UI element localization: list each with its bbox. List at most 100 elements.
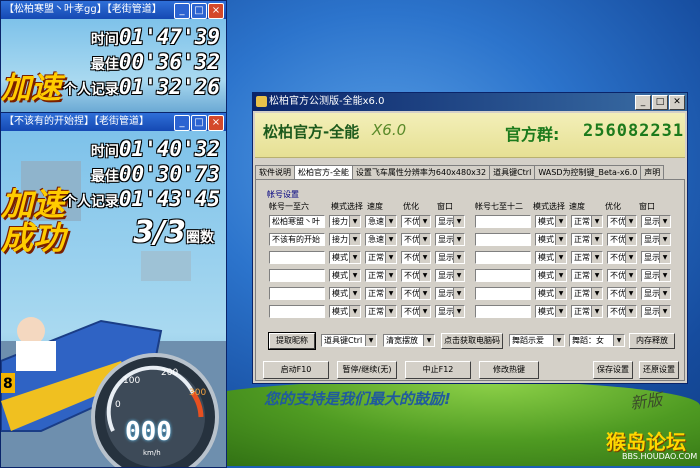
account-field[interactable] [475, 251, 531, 264]
chevron-down-icon: ▼ [659, 234, 670, 245]
speed-select[interactable]: 正常 ▼ [365, 287, 397, 300]
mode-select[interactable]: 模式 ▼ [329, 251, 361, 264]
mode-select[interactable]: 模式 ▼ [535, 233, 567, 246]
tab-statement[interactable]: 声明 [640, 165, 665, 179]
dance-gender-select[interactable]: 舞蹈：女 ▼ [569, 334, 625, 347]
window-select[interactable]: 显示 ▼ [435, 251, 465, 264]
chevron-down-icon: ▼ [625, 288, 636, 299]
maximize-button[interactable]: □ [191, 3, 207, 19]
game-window-1-title: 【松柏寒盟丶叶孝gg】【老街管道】 [4, 4, 162, 15]
close-button[interactable]: ✕ [669, 95, 685, 110]
optimize-select[interactable]: 不优 ▼ [401, 215, 431, 228]
optimize-select[interactable]: 不优 ▼ [607, 233, 637, 246]
mode-select[interactable]: 模式 ▼ [535, 305, 567, 318]
optimize-select[interactable]: 不优 ▼ [401, 233, 431, 246]
speed-select[interactable]: 正常 ▼ [365, 251, 397, 264]
tab-resolution[interactable]: 设置飞车属性分辨率为640x480x32 [351, 165, 491, 179]
account-field[interactable]: 不该有的开始 [269, 233, 325, 246]
chevron-down-icon: ▼ [625, 216, 636, 227]
optimize-select[interactable]: 不优 ▼ [607, 269, 637, 282]
account-field[interactable] [475, 233, 531, 246]
account-field[interactable] [269, 305, 325, 318]
window-select[interactable]: 显示 ▼ [435, 287, 465, 300]
clear-swing-select[interactable]: 清宽摆放 ▼ [383, 334, 435, 347]
mode-select[interactable]: 模式 ▼ [329, 287, 361, 300]
pause-button[interactable]: 暂停/继续(无) [337, 361, 397, 379]
speed-select[interactable]: 正常 ▼ [571, 251, 603, 264]
account-field[interactable] [269, 287, 325, 300]
mode-select[interactable]: 模式 ▼ [329, 269, 361, 282]
speed-select[interactable]: 正常 ▼ [571, 215, 603, 228]
mode-select[interactable]: 模式 ▼ [535, 251, 567, 264]
account-field[interactable] [475, 215, 531, 228]
tab-all-in-one[interactable]: 松柏官方-全能 [294, 165, 353, 179]
speed-select[interactable]: 正常 ▼ [365, 305, 397, 318]
speed-select[interactable]: 正常 ▼ [571, 233, 603, 246]
account-field[interactable] [475, 287, 531, 300]
optimize-select[interactable]: 不优 ▼ [607, 215, 637, 228]
maximize-button[interactable]: □ [191, 115, 207, 131]
account-field[interactable] [269, 269, 325, 282]
optimize-select[interactable]: 不优 ▼ [607, 251, 637, 264]
window-select[interactable]: 显示 ▼ [641, 215, 671, 228]
optimize-select[interactable]: 不优 ▼ [401, 305, 431, 318]
fetch-names-button[interactable]: 提取昵称 [268, 332, 316, 350]
optimize-select[interactable]: 不优 ▼ [401, 287, 431, 300]
mode-select[interactable]: 模式 ▼ [535, 215, 567, 228]
maximize-button[interactable]: □ [652, 95, 668, 110]
tab-wasd[interactable]: WASD为控制键_Beta-x6.0 [534, 165, 642, 179]
window-select[interactable]: 显示 ▼ [435, 233, 465, 246]
game-window-1-titlebar[interactable]: 【松柏寒盟丶叶孝gg】【老街管道】 _ □ × [1, 1, 226, 19]
window-select[interactable]: 显示 ▼ [641, 269, 671, 282]
game-window-1[interactable]: 【松柏寒盟丶叶孝gg】【老街管道】 _ □ × 加速 时间01'47'39 最佳… [0, 0, 227, 122]
optimize-select[interactable]: 不优 ▼ [607, 305, 637, 318]
dance-show-select[interactable]: 舞蹈示爱 ▼ [509, 334, 565, 347]
restore-settings-button[interactable]: 还原设置 [639, 361, 679, 379]
speed-select[interactable]: 正常 ▼ [365, 269, 397, 282]
tab-prop-key[interactable]: 道具键Ctrl [489, 165, 536, 179]
mode-select[interactable]: 模式 ▼ [535, 287, 567, 300]
close-button[interactable]: × [208, 3, 224, 19]
window-select[interactable]: 显示 ▼ [435, 269, 465, 282]
start-button[interactable]: 启动F10 [263, 361, 329, 379]
save-settings-button[interactable]: 保存设置 [593, 361, 633, 379]
game-window-2-titlebar[interactable]: 【不该有的开始捏】【老街管道】 _ □ × [1, 113, 226, 131]
window-select[interactable]: 显示 ▼ [435, 305, 465, 318]
close-button[interactable]: × [208, 115, 224, 131]
mode-select[interactable]: 接力 ▼ [329, 215, 361, 228]
speed-select[interactable]: 正常 ▼ [571, 269, 603, 282]
mode-select[interactable]: 接力 ▼ [329, 233, 361, 246]
app-titlebar[interactable]: 松柏官方公测版-全能x6.0 _ □ ✕ [253, 93, 687, 111]
optimize-select[interactable]: 不优 ▼ [607, 287, 637, 300]
memory-release-button[interactable]: 内存释放 [629, 333, 675, 349]
window-select[interactable]: 显示 ▼ [435, 215, 465, 228]
speed-select[interactable]: 正常 ▼ [571, 305, 603, 318]
minimize-button[interactable]: _ [174, 115, 190, 131]
mode-select[interactable]: 模式 ▼ [329, 305, 361, 318]
window-select[interactable]: 显示 ▼ [641, 305, 671, 318]
mode-select[interactable]: 模式 ▼ [535, 269, 567, 282]
window-select[interactable]: 显示 ▼ [641, 287, 671, 300]
fetch-captcha-button[interactable]: 点击获取电脑码 [441, 333, 503, 349]
minimize-button[interactable]: _ [635, 95, 651, 110]
chevron-down-icon: ▼ [385, 270, 396, 281]
account-field[interactable] [269, 251, 325, 264]
speed-select[interactable]: 急速 ▼ [365, 233, 397, 246]
optimize-select[interactable]: 不优 ▼ [401, 269, 431, 282]
app-window[interactable]: 松柏官方公测版-全能x6.0 _ □ ✕ 松柏官方-全能 X6.0 官方群: 2… [252, 92, 688, 384]
window-select[interactable]: 显示 ▼ [641, 233, 671, 246]
game-window-2[interactable]: 【不该有的开始捏】【老街管道】 _ □ × 8 加速 成功 时间01'40'32 … [0, 112, 227, 468]
modify-hotkey-button[interactable]: 修改热键 [479, 361, 539, 379]
speed-select[interactable]: 急速 ▼ [365, 215, 397, 228]
account-field[interactable] [475, 269, 531, 282]
minimize-button[interactable]: _ [174, 3, 190, 19]
speed-select[interactable]: 正常 ▼ [571, 287, 603, 300]
stop-button[interactable]: 中止F12 [405, 361, 471, 379]
window-select[interactable]: 显示 ▼ [641, 251, 671, 264]
account-field[interactable] [475, 305, 531, 318]
prop-key-select[interactable]: 道具键Ctrl ▼ [321, 334, 377, 347]
tab-readme[interactable]: 软件说明 [255, 165, 295, 179]
chevron-down-icon: ▼ [591, 234, 602, 245]
account-field[interactable]: 松柏寒盟丶叶 [269, 215, 325, 228]
optimize-select[interactable]: 不优 ▼ [401, 251, 431, 264]
